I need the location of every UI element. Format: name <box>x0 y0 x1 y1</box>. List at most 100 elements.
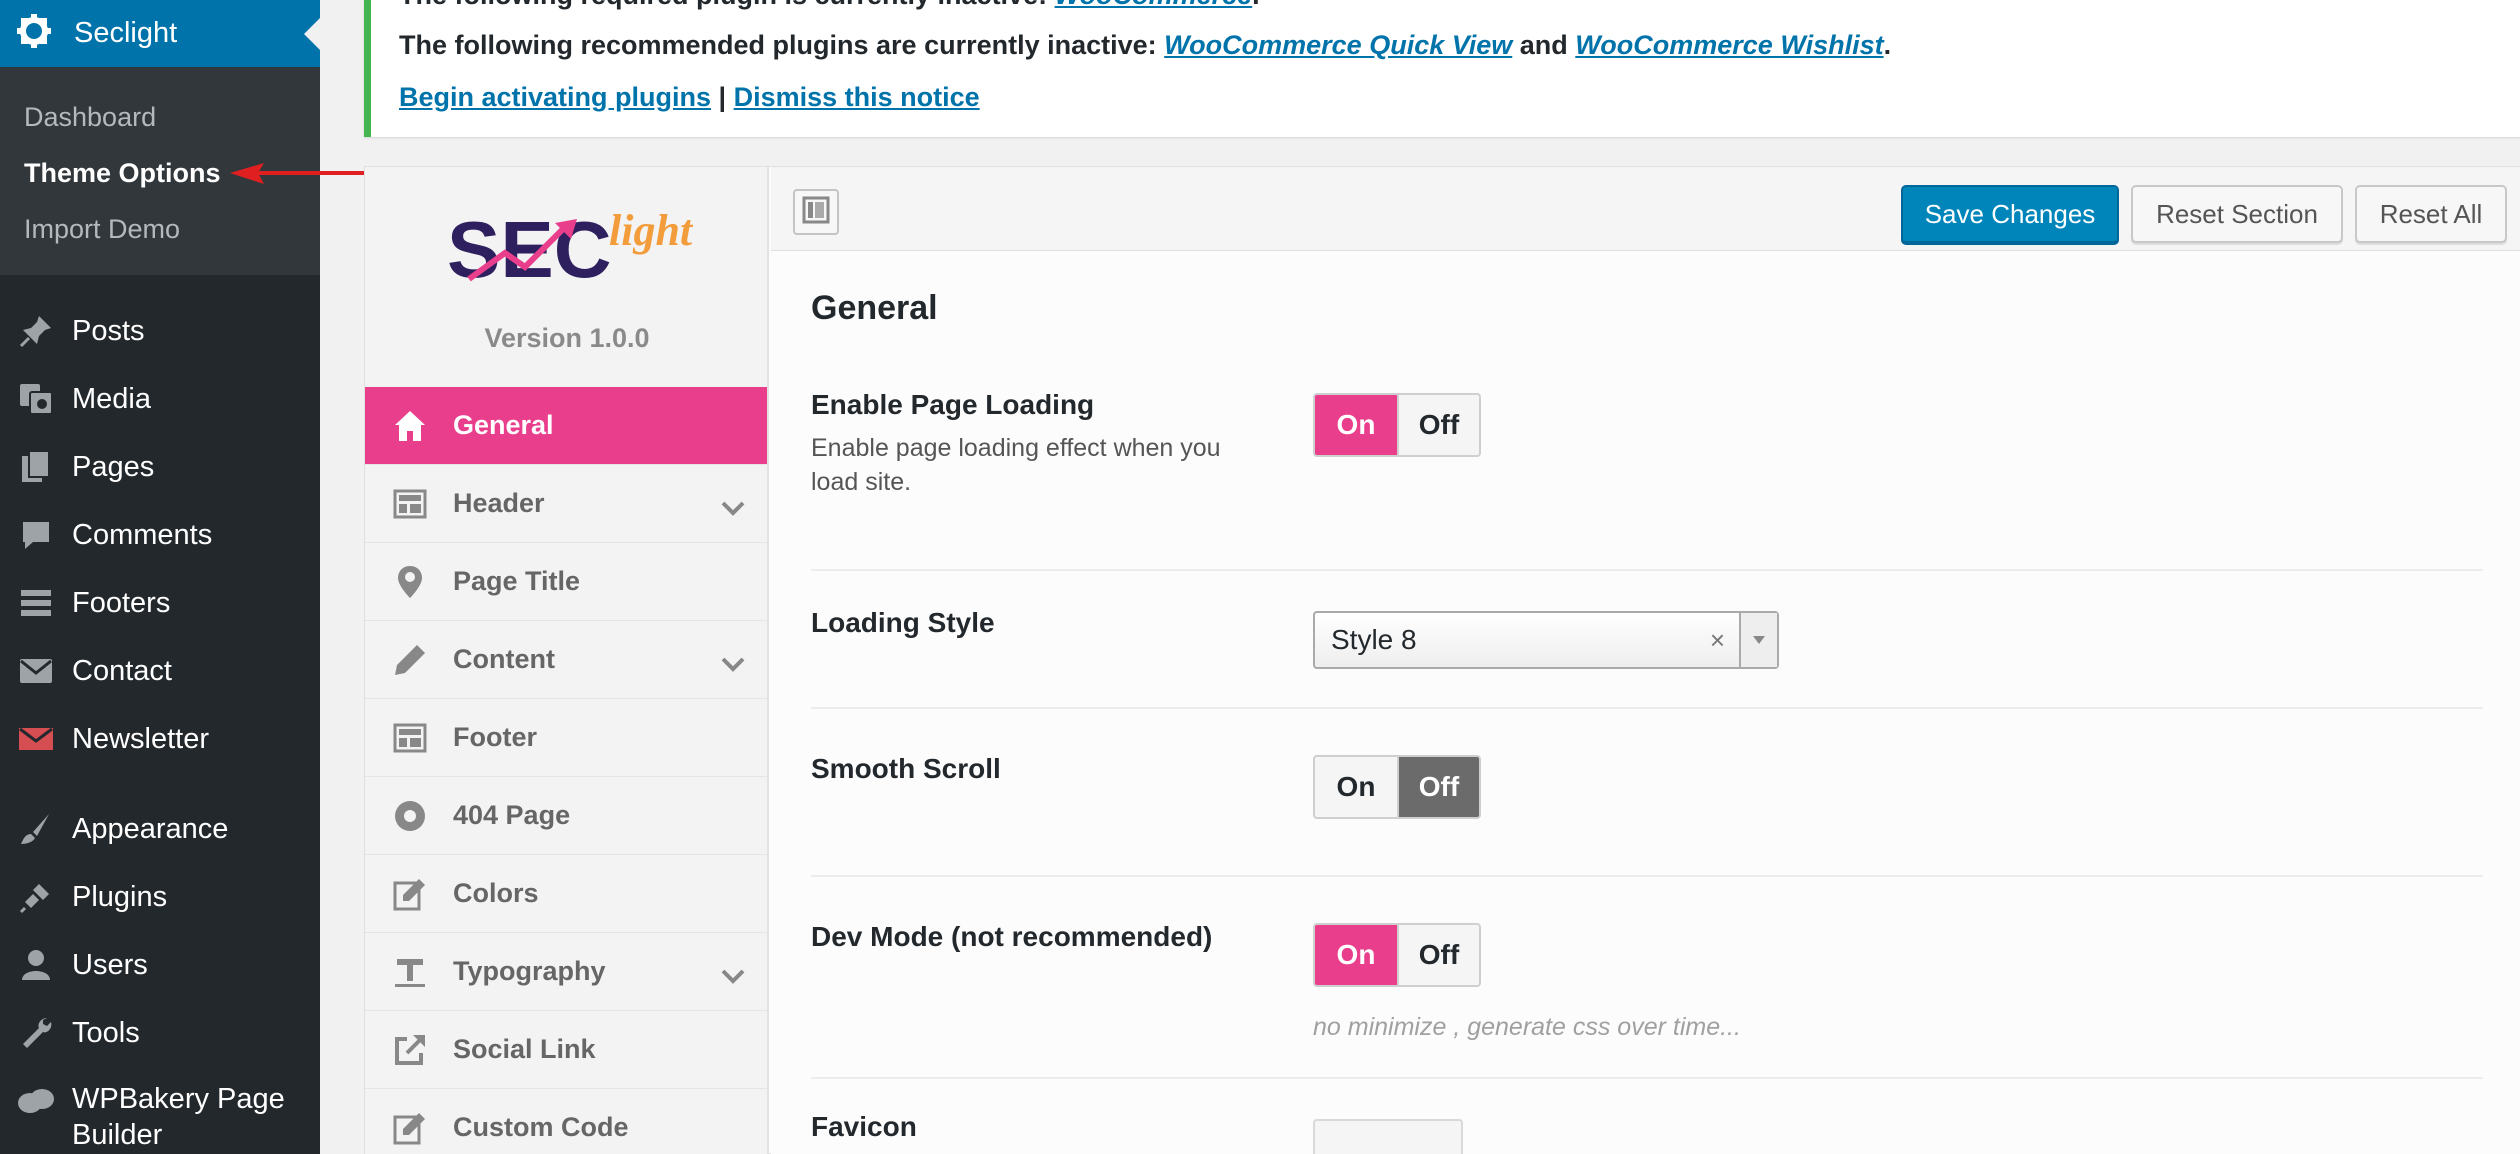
switch-on-button[interactable]: On <box>1315 925 1397 985</box>
sidebar-item-media[interactable]: Media <box>0 365 320 433</box>
dismiss-notice-link[interactable]: Dismiss this notice <box>734 82 980 112</box>
nav-header[interactable]: Header <box>365 465 767 543</box>
switch-off-button[interactable]: Off <box>1397 757 1479 817</box>
sidebar-item-label: Appearance <box>72 812 229 845</box>
plugin-icon <box>16 877 56 917</box>
dev-mode-switch: On Off <box>1313 923 1481 987</box>
favicon-preview[interactable] <box>1313 1119 1463 1154</box>
notice-text: and <box>1512 30 1576 60</box>
newsletter-icon <box>16 719 56 759</box>
nav-label: Colors <box>453 878 539 908</box>
sidebar-item-posts[interactable]: Posts <box>0 297 320 365</box>
layout-icon <box>391 719 429 757</box>
paintbrush-icon <box>16 809 56 849</box>
field-dev-mode: Dev Mode (not recommended) On Off no min… <box>811 877 2483 1079</box>
reset-all-button[interactable]: Reset All <box>2355 185 2507 243</box>
begin-activating-link[interactable]: Begin activating plugins <box>399 82 711 112</box>
sidebar-item-label: Users <box>72 948 148 981</box>
sidebar-item-users[interactable]: Users <box>0 931 320 999</box>
nav-label: Social Link <box>453 1034 596 1064</box>
sidebar-item-appearance[interactable]: Appearance <box>0 795 320 863</box>
submenu-import-demo[interactable]: Import Demo <box>0 201 320 257</box>
switch-on-button[interactable]: On <box>1315 395 1397 455</box>
field-hint: no minimize , generate css over time... <box>1313 1013 1741 1041</box>
reset-section-button[interactable]: Reset Section <box>2131 185 2343 243</box>
nav-404-page[interactable]: 404 Page <box>365 777 767 855</box>
select-value: Style 8 <box>1331 624 1417 655</box>
general-section: General Enable Page Loading Enable page … <box>771 251 2520 1154</box>
sidebar-item-footers[interactable]: Footers <box>0 569 320 637</box>
loading-style-select[interactable]: Style 8 × <box>1313 611 1779 669</box>
nav-label: General <box>453 410 554 440</box>
field-title: Smooth Scroll <box>811 753 1001 784</box>
sidebar-item-label: Contact <box>72 654 172 687</box>
home-icon <box>391 407 429 445</box>
woocommerce-link[interactable]: WooCommerce <box>1055 0 1253 10</box>
page-loading-switch: On Off <box>1313 393 1481 457</box>
field-smooth-scroll: Smooth Scroll On Off <box>811 709 2483 877</box>
save-changes-button[interactable]: Save Changes <box>1901 185 2119 243</box>
sidebar-item-wpbakery[interactable]: WPBakery Page Builder <box>0 1067 320 1153</box>
share-icon <box>391 1031 429 1069</box>
options-main: Save Changes Reset Section Reset All Gen… <box>771 167 2520 1154</box>
field-title: Loading Style <box>811 607 995 638</box>
sidebar-item-label: Plugins <box>72 880 168 913</box>
field-favicon: Favicon <box>811 1079 2483 1154</box>
woocommerce-quick-view-link[interactable]: WooCommerce Quick View <box>1164 30 1512 60</box>
chevron-down-icon[interactable] <box>721 492 745 523</box>
submenu-dashboard[interactable]: Dashboard <box>0 89 320 145</box>
nav-content[interactable]: Content <box>365 621 767 699</box>
notice-required-line: The following required plugin is current… <box>399 0 1260 11</box>
sidebar-item-tools[interactable]: Tools <box>0 999 320 1067</box>
notice-actions: Begin activating plugins | Dismiss this … <box>399 82 980 113</box>
chevron-down-icon[interactable] <box>721 648 745 679</box>
nav-footer[interactable]: Footer <box>365 699 767 777</box>
field-description: Enable page loading effect when you load… <box>811 434 1221 496</box>
notice-text: . <box>1883 30 1892 60</box>
nav-label: Custom Code <box>453 1112 629 1142</box>
field-enable-page-loading: Enable Page Loading Enable page loading … <box>811 369 2483 571</box>
mail-icon <box>16 651 56 691</box>
field-loading-style: Loading Style Style 8 × <box>811 571 2483 709</box>
sidebar-item-seclight[interactable]: Seclight <box>0 0 320 67</box>
sidebar-item-label: Tools <box>72 1016 140 1049</box>
sidebar-item-label: Comments <box>72 518 213 551</box>
sidebar-item-pages[interactable]: Pages <box>0 433 320 501</box>
sidebar-item-label: Pages <box>72 450 155 483</box>
section-title: General <box>811 289 938 327</box>
gear-icon <box>391 797 429 835</box>
switch-off-button[interactable]: Off <box>1397 395 1479 455</box>
nav-custom-code[interactable]: Custom Code <box>365 1089 767 1154</box>
nav-label: Page Title <box>453 566 581 596</box>
nav-label: Typography <box>453 956 606 986</box>
field-title: Favicon <box>811 1111 917 1142</box>
clear-icon[interactable]: × <box>1710 625 1725 656</box>
nav-label: Header <box>453 488 545 518</box>
dropdown-arrow-icon[interactable] <box>1739 613 1777 667</box>
switch-off-button[interactable]: Off <box>1397 925 1479 985</box>
footers-icon <box>16 583 56 623</box>
nav-colors[interactable]: Colors <box>365 855 767 933</box>
gear-icon <box>16 13 52 54</box>
nav-social-link[interactable]: Social Link <box>365 1011 767 1089</box>
theme-options-panel: SEC light Version 1.0.0 General Header P… <box>364 166 2520 1154</box>
edit-icon <box>391 1109 429 1147</box>
sidebar-item-comments[interactable]: Comments <box>0 501 320 569</box>
woocommerce-wishlist-link[interactable]: WooCommerce Wishlist <box>1575 30 1883 60</box>
options-sidebar: SEC light Version 1.0.0 General Header P… <box>365 167 769 1154</box>
location-icon <box>391 563 429 601</box>
switch-on-button[interactable]: On <box>1315 757 1397 817</box>
sidebar-item-newsletter[interactable]: Newsletter <box>0 705 320 773</box>
nav-general[interactable]: General <box>365 387 767 465</box>
notice-text: The following required plugin is current… <box>399 0 1055 10</box>
sidebar-item-contact[interactable]: Contact <box>0 637 320 705</box>
expand-options-button[interactable] <box>793 189 839 235</box>
wpbakery-icon <box>16 1081 56 1121</box>
options-toolbar: Save Changes Reset Section Reset All <box>771 167 2520 251</box>
chevron-down-icon[interactable] <box>721 960 745 991</box>
nav-typography[interactable]: Typography <box>365 933 767 1011</box>
nav-page-title[interactable]: Page Title <box>365 543 767 621</box>
pencil-icon <box>391 641 429 679</box>
sidebar-item-plugins[interactable]: Plugins <box>0 863 320 931</box>
sidebar-item-label: Footers <box>72 586 171 619</box>
